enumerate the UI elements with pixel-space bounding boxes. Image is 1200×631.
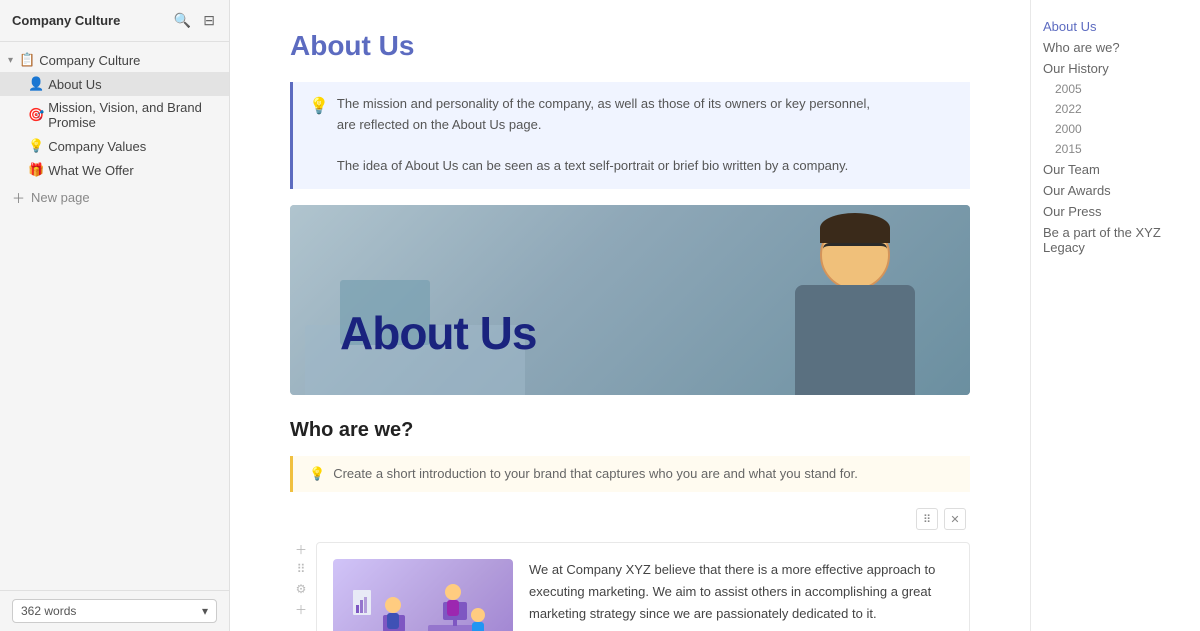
page-title: About Us (290, 30, 970, 62)
who-callout: 💡 Create a short introduction to your br… (290, 456, 970, 492)
intro-callout: 💡 The mission and personality of the com… (290, 82, 970, 189)
sidebar: Company Culture 🔍 ⊟ ▾ 📋 Company Culture … (0, 0, 230, 631)
settings-block-button[interactable]: ⚙ (292, 580, 310, 598)
outline-item-our-team[interactable]: Our Team (1043, 159, 1188, 180)
lightbulb-icon: 💡 (309, 94, 329, 177)
drag-handle-button[interactable]: ⠿ (916, 508, 938, 530)
sidebar-icon-group: 🔍 ⊟ (172, 10, 217, 31)
root-icon: 📋 (19, 52, 35, 68)
hero-overlay-text: About Us (340, 306, 536, 360)
block-controls-row: ⠿ ✕ (290, 508, 970, 530)
main-content: About Us 💡 The mission and personality o… (230, 0, 1030, 631)
callout-text-block: The mission and personality of the compa… (337, 94, 954, 177)
sidebar-root-item[interactable]: ▾ 📋 Company Culture (0, 48, 229, 72)
new-page-label: New page (31, 190, 90, 205)
who-callout-text: Create a short introduction to your bran… (333, 466, 858, 481)
sidebar-item-values[interactable]: 💡 Company Values (0, 134, 229, 158)
page-icon: 👤 (28, 76, 44, 92)
add-col-button[interactable]: ＋ (292, 600, 310, 618)
two-col-wrapper: ＋ ⠿ ⚙ ＋ (290, 534, 970, 631)
chevron-icon: ▾ (8, 55, 13, 66)
search-button[interactable]: 🔍 (172, 10, 193, 31)
outline-item-our-press[interactable]: Our Press (1043, 201, 1188, 222)
lightbulb-icon-2: 💡 (309, 466, 325, 482)
sidebar-title: Company Culture (12, 13, 120, 28)
left-block-controls: ＋ ⠿ ⚙ ＋ (290, 534, 312, 618)
outline-item-xyz-legacy[interactable]: Be a part of the XYZ Legacy (1043, 222, 1188, 258)
sidebar-item-what-we-offer[interactable]: 🎁 What We Offer (0, 158, 229, 182)
page-icon: 🎁 (28, 162, 44, 178)
sidebar-footer: 362 words ▾ (0, 590, 229, 631)
sidebar-item-label: Company Values (48, 139, 146, 154)
callout-line2: are reflected on the About Us page. (337, 115, 954, 136)
sidebar-tree: ▾ 📋 Company Culture 👤 About Us 🎯 Mission… (0, 42, 229, 590)
outline-item-about-us[interactable]: About Us (1043, 16, 1188, 37)
page-icon: 💡 (28, 138, 44, 154)
col-text-para1: We at Company XYZ believe that there is … (529, 559, 953, 625)
page-icon: 🎯 (28, 107, 44, 123)
sidebar-item-label: About Us (48, 77, 101, 92)
chevron-down-icon: ▾ (202, 604, 208, 618)
team-illustration (333, 559, 513, 631)
sidebar-item-label: What We Offer (48, 163, 134, 178)
outline-item-who-are-we[interactable]: Who are we? (1043, 37, 1188, 58)
outline-item-2015[interactable]: 2015 (1043, 139, 1188, 159)
sidebar-item-label: Mission, Vision, and Brand Promise (48, 100, 221, 130)
outline-panel: About Us Who are we? Our History 2005 20… (1030, 0, 1200, 631)
callout-line3: The idea of About Us can be seen as a te… (337, 156, 954, 177)
drag-block-button[interactable]: ⠿ (292, 560, 310, 578)
word-count-text: 362 words (21, 604, 76, 618)
outline-item-our-awards[interactable]: Our Awards (1043, 180, 1188, 201)
outline-item-2000[interactable]: 2000 (1043, 119, 1188, 139)
new-page-button[interactable]: ＋ New page (0, 182, 229, 213)
two-col-block: We at Company XYZ believe that there is … (316, 542, 970, 631)
add-block-button[interactable]: ＋ (292, 540, 310, 558)
sidebar-item-about-us[interactable]: 👤 About Us (0, 72, 229, 96)
root-label: Company Culture (39, 53, 140, 68)
sidebar-header: Company Culture 🔍 ⊟ (0, 0, 229, 42)
plus-icon: ＋ (12, 188, 25, 207)
word-count-bar[interactable]: 362 words ▾ (12, 599, 217, 623)
delete-block-button[interactable]: ✕ (944, 508, 966, 530)
sidebar-item-mission[interactable]: 🎯 Mission, Vision, and Brand Promise (0, 96, 229, 134)
collapse-button[interactable]: ⊟ (201, 10, 217, 31)
outline-item-2022[interactable]: 2022 (1043, 99, 1188, 119)
who-are-we-heading: Who are we? (290, 419, 970, 442)
outline-item-2005[interactable]: 2005 (1043, 79, 1188, 99)
outline-item-our-history[interactable]: Our History (1043, 58, 1188, 79)
col-text-content: We at Company XYZ believe that there is … (529, 559, 953, 631)
callout-line1: The mission and personality of the compa… (337, 94, 954, 115)
hero-image: About Us (290, 205, 970, 395)
